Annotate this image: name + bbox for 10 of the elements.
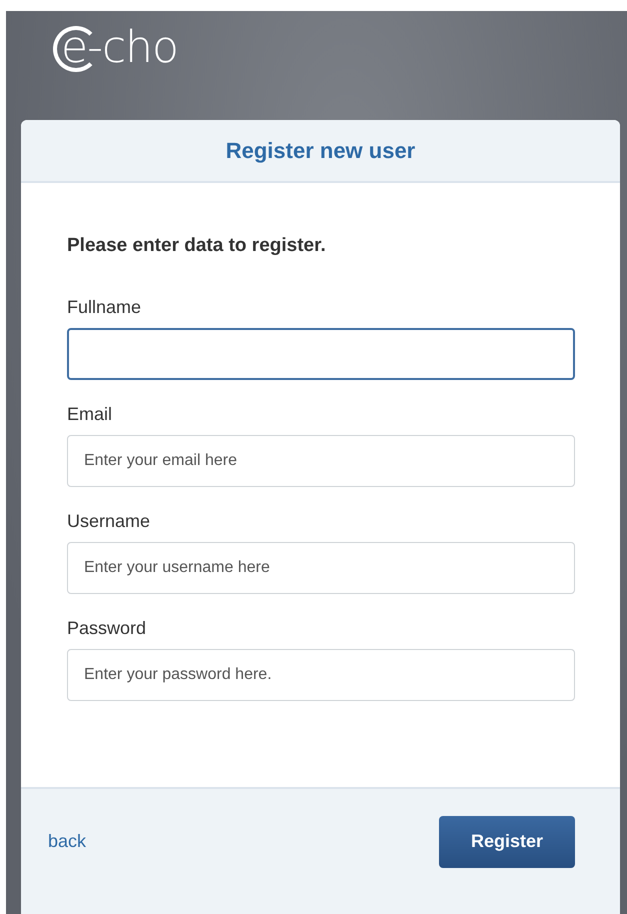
- intro-text: Please enter data to register.: [67, 235, 326, 257]
- field-label: Email: [67, 404, 112, 425]
- field-label: Fullname: [67, 297, 142, 318]
- card-title: Register new user: [226, 138, 416, 164]
- back-link[interactable]: back: [48, 831, 86, 852]
- register-button[interactable]: Register: [439, 816, 575, 868]
- logo: e-cho: [53, 25, 178, 71]
- input-field[interactable]: [67, 328, 575, 380]
- field-label: Password: [67, 618, 146, 639]
- field-label: Username: [67, 511, 150, 532]
